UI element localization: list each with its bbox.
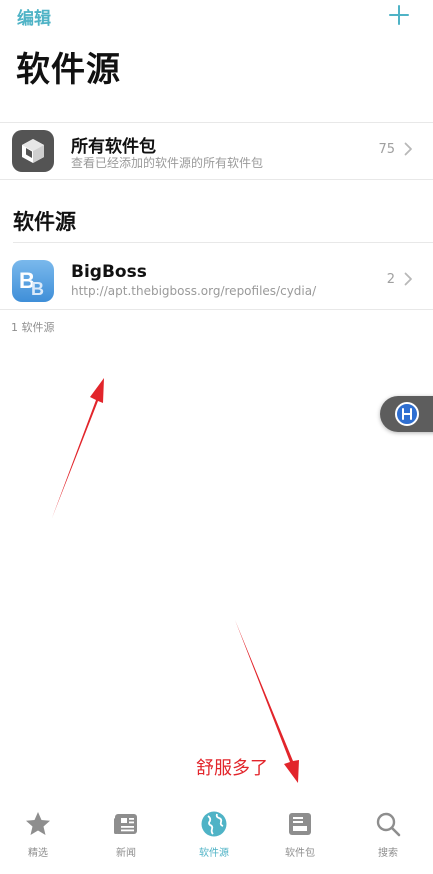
source-row-bigboss[interactable]: B B BigBoss http://apt.thebigboss.org/re… (0, 252, 433, 308)
package-box-icon (12, 130, 54, 172)
assist-logo-icon (395, 402, 419, 426)
all-packages-row[interactable]: 所有软件包 查看已经添加的软件源的所有软件包 75 (0, 122, 433, 178)
annotation-text: 舒服多了 (196, 758, 268, 779)
package-icon (289, 813, 311, 835)
tab-bar: 精选 新闻 软件源 软件包 搜索 (0, 800, 433, 874)
tab-packages[interactable]: 软件包 (270, 808, 330, 862)
plus-icon[interactable] (386, 2, 412, 28)
floating-assist-button[interactable] (380, 396, 433, 432)
page-title: 软件源 (16, 50, 121, 90)
all-packages-subtitle: 查看已经添加的软件源的所有软件包 (71, 156, 264, 170)
star-icon (26, 812, 50, 835)
globe-icon (201, 811, 227, 837)
annotation-arrow-up (52, 378, 104, 518)
top-nav-bar: 编辑 (0, 0, 433, 40)
chevron-right-icon (404, 142, 412, 156)
divider (0, 309, 433, 310)
chevron-right-icon (404, 272, 412, 286)
sources-section-header: 软件源 (13, 210, 76, 234)
tab-news[interactable]: 新闻 (96, 808, 156, 862)
edit-button[interactable]: 编辑 (17, 4, 51, 29)
sources-count-footer: 1 软件源 (11, 321, 55, 334)
tab-label: 新闻 (116, 848, 136, 859)
search-icon (376, 812, 401, 837)
tab-sources[interactable]: 软件源 (184, 808, 244, 862)
source-title: BigBoss (71, 262, 147, 282)
divider (0, 179, 433, 180)
tab-label: 软件包 (285, 848, 315, 859)
bigboss-logo-icon: B B (12, 260, 54, 302)
source-package-count: 2 (386, 272, 395, 287)
all-packages-count: 75 (378, 142, 395, 157)
tab-label: 精选 (28, 848, 48, 859)
tab-featured[interactable]: 精选 (8, 808, 68, 862)
tab-label: 搜索 (378, 848, 398, 859)
svg-text:B: B (31, 279, 44, 299)
source-url: http://apt.thebigboss.org/repofiles/cydi… (71, 284, 317, 298)
newspaper-icon (114, 814, 137, 834)
tab-label: 软件源 (199, 848, 229, 859)
divider (13, 242, 433, 243)
tab-search[interactable]: 搜索 (358, 808, 418, 862)
